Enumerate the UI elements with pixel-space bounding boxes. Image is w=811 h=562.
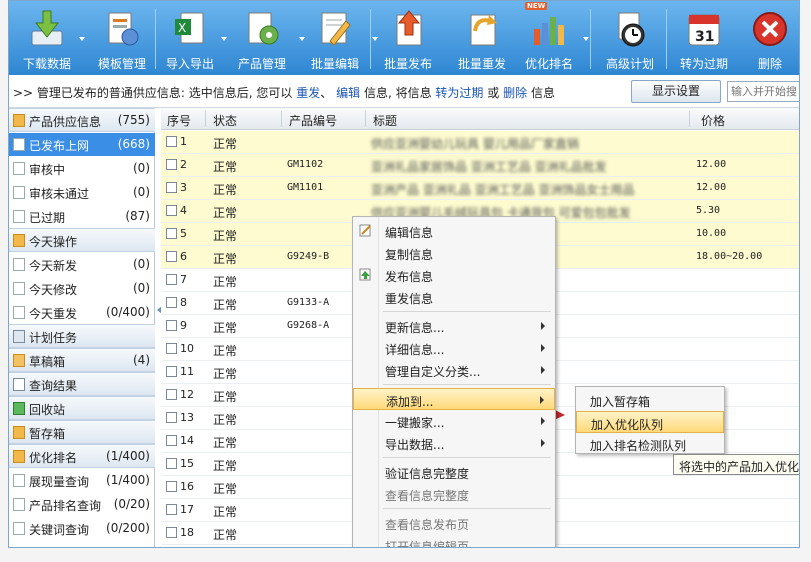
context-menu-item-0[interactable]: 编辑信息	[353, 220, 555, 242]
menu-item-label: 加入优化队列	[591, 418, 664, 432]
menu-item-label: 查看信息发布页	[385, 518, 470, 532]
menu-item-label: 编辑信息	[385, 226, 434, 240]
menu-item-label: 导出数据...	[385, 438, 445, 452]
add-to-submenu: 加入暂存箱加入优化队列加入排名检测队列	[575, 386, 725, 454]
submenu-item-1[interactable]: 加入优化队列	[576, 411, 724, 433]
menu-item-label: 重发信息	[385, 292, 434, 306]
menu-item-label: 详细信息...	[385, 343, 445, 357]
menu-item-label: 管理自定义分类...	[385, 365, 481, 379]
menu-item-label: 添加到...	[386, 395, 434, 409]
context-menu: 编辑信息复制信息发布信息重发信息更新信息... 详细信息... 管理自定义分类...…	[352, 216, 556, 548]
submenu-arrow-icon	[541, 344, 545, 352]
submenu-item-0[interactable]: 加入暂存箱	[576, 389, 724, 411]
context-menu-item-16[interactable]: 查看信息发布页	[353, 512, 555, 534]
menu-item-label: 验证信息完整度	[385, 467, 470, 481]
context-menu-item-5[interactable]: 更新信息...	[353, 315, 555, 337]
context-menu-item-11[interactable]: 导出数据...	[353, 432, 555, 454]
context-menu-item-13[interactable]: 验证信息完整度	[353, 461, 555, 483]
menu-item-label: 一键搬家...	[385, 416, 445, 430]
submenu-arrow-icon	[540, 396, 544, 404]
context-menu-item-3[interactable]: 重发信息	[353, 286, 555, 308]
context-menu-item-10[interactable]: 一键搬家...	[353, 410, 555, 432]
menu-item-label: 复制信息	[385, 248, 434, 262]
submenu-arrow-icon	[541, 439, 545, 447]
publish-info-icon	[359, 268, 372, 281]
menu-separator	[383, 508, 551, 509]
context-menu-item-2[interactable]: 发布信息	[353, 264, 555, 286]
submenu-arrow-icon	[541, 322, 545, 330]
menu-item-label: 查看信息完整度	[385, 489, 470, 503]
menu-item-label: 更新信息...	[385, 321, 445, 335]
menu-separator	[383, 457, 551, 458]
context-menu-item-6[interactable]: 详细信息...	[353, 337, 555, 359]
context-menu-item-1[interactable]: 复制信息	[353, 242, 555, 264]
menu-item-label: 打开信息编辑页	[385, 540, 470, 548]
menu-item-label: 发布信息	[385, 270, 434, 284]
menu-item-label: 加入排名检测队列	[590, 439, 687, 453]
edit-info-icon	[359, 224, 372, 237]
tooltip: 将选中的产品加入优化队列	[673, 454, 799, 475]
context-menu-item-17[interactable]: 打开信息编辑页	[353, 534, 555, 548]
menu-item-label: 加入暂存箱	[590, 395, 651, 409]
context-menu-item-14[interactable]: 查看信息完整度	[353, 483, 555, 505]
submenu-arrow-icon	[541, 366, 545, 374]
menu-separator	[383, 311, 551, 312]
menu-separator	[383, 384, 551, 385]
submenu-arrow-icon	[541, 417, 545, 425]
context-menu-item-7[interactable]: 管理自定义分类...	[353, 359, 555, 381]
submenu-item-2[interactable]: 加入排名检测队列	[576, 433, 724, 455]
context-menu-item-9[interactable]: 添加到...	[353, 388, 555, 410]
app-window: 下载数据 模板管理 X 导入导出 产品管理 批量编辑 批量发布 批量重发 NEW 优化排名 高级计划…	[8, 0, 800, 548]
